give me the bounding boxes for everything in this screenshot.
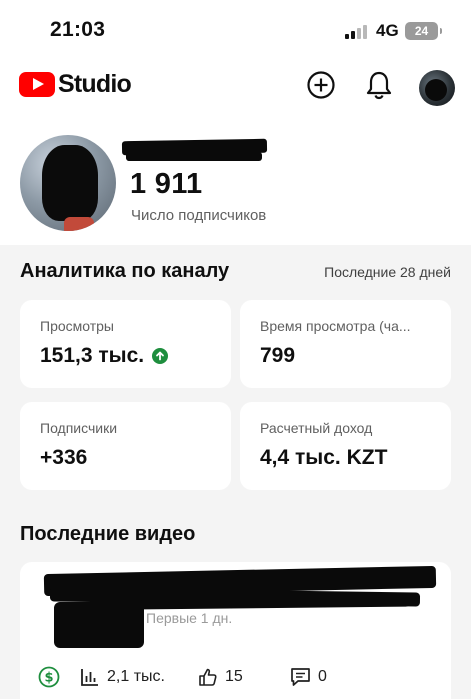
- card-value: +336: [40, 446, 88, 469]
- redacted-video-thumbnail: [54, 602, 144, 648]
- card-label: Просмотры: [40, 318, 114, 334]
- account-avatar[interactable]: [419, 70, 455, 106]
- battery-icon: 24: [405, 22, 442, 40]
- views-count: 2,1 тыс.: [107, 668, 165, 685]
- network-type: 4G: [376, 21, 399, 40]
- comments-stat: 0: [290, 665, 327, 689]
- comment-icon: [291, 668, 310, 686]
- views-card[interactable]: Просмотры 151,3 тыс.: [20, 300, 231, 388]
- monetization-status[interactable]: $: [38, 665, 67, 689]
- status-time: 21:03: [50, 18, 106, 41]
- card-label: Подписчики: [40, 420, 118, 436]
- logo-text: Studio: [58, 69, 132, 98]
- analytics-period[interactable]: Последние 28 дней: [324, 264, 451, 280]
- likes-stat: 15: [198, 665, 243, 689]
- youtube-play-icon: [19, 71, 55, 97]
- analytics-title: Аналитика по каналу: [20, 260, 230, 282]
- channel-avatar[interactable]: [20, 135, 116, 231]
- channel-summary: 1 911 Число подписчиков: [0, 130, 471, 240]
- trend-up-icon: [152, 348, 169, 364]
- subscribers-label: Число подписчиков: [131, 207, 267, 224]
- video-stats: $ 2,1 тыс. 15 0: [38, 665, 438, 689]
- views-stat: 2,1 тыс.: [80, 665, 165, 689]
- notifications-button[interactable]: [361, 67, 397, 103]
- card-value: 151,3 тыс.: [40, 344, 169, 368]
- analytics-header: Аналитика по каналу Последние 28 дней: [20, 260, 451, 286]
- video-list-item[interactable]: Первые 1 дн. $ 2,1 тыс. 15 0: [20, 562, 451, 699]
- watch-time-card[interactable]: Время просмотра (ча... 799: [240, 300, 451, 388]
- app-header: Studio: [0, 62, 471, 108]
- recent-videos-title: Последние видео: [20, 523, 196, 545]
- svg-text:$: $: [44, 671, 53, 686]
- add-circle-icon: [307, 71, 335, 99]
- studio-logo[interactable]: Studio: [19, 68, 132, 100]
- cellular-signal-icon: [345, 25, 371, 39]
- bar-chart-icon: [81, 669, 98, 686]
- card-value: 799: [260, 344, 296, 367]
- redacted-channel-name-bottom: [126, 152, 262, 161]
- card-value: 4,4 тыс. KZT: [260, 446, 388, 469]
- video-published-info: Первые 1 дн.: [146, 610, 233, 626]
- card-label: Расчетный доход: [260, 420, 373, 436]
- revenue-card[interactable]: Расчетный доход 4,4 тыс. KZT: [240, 402, 451, 490]
- card-label: Время просмотра (ча...: [260, 318, 411, 334]
- dollar-circle-icon: $: [38, 666, 60, 688]
- battery-level: 24: [414, 24, 429, 38]
- thumbs-up-icon: [199, 668, 217, 686]
- status-bar: 21:03 4G 24: [0, 0, 471, 62]
- create-button[interactable]: [303, 67, 339, 103]
- comments-count: 0: [318, 668, 327, 685]
- bell-icon: [366, 71, 392, 100]
- views-value: 151,3 тыс.: [40, 344, 145, 367]
- subscribers-card[interactable]: Подписчики +336: [20, 402, 231, 490]
- subscribers-count: 1 911: [130, 168, 203, 200]
- redacted-video-meta: [139, 596, 411, 610]
- likes-count: 15: [225, 668, 243, 685]
